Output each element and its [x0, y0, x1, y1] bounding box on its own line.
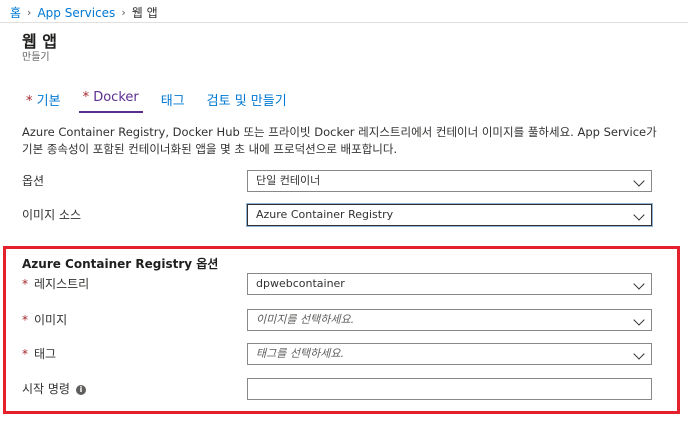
startup-label: 시작 명령 i — [22, 378, 86, 400]
tag-dropdown[interactable]: 태그를 선택하세요. — [247, 343, 652, 365]
image-placeholder: 이미지를 선택하세요. — [256, 313, 355, 326]
breadcrumb-current: 웹 앱 — [131, 6, 158, 20]
startup-row: 시작 명령 i — [22, 378, 652, 400]
chevron-down-icon — [633, 209, 645, 221]
image-source-label: 이미지 소스 — [22, 208, 82, 222]
tag-row: * 태그 태그를 선택하세요. — [22, 343, 652, 365]
tab-label: 태그 — [160, 94, 185, 109]
image-source-row: 이미지 소스 Azure Container Registry — [22, 203, 653, 227]
image-dropdown[interactable]: 이미지를 선택하세요. — [247, 309, 652, 331]
tab-label: 검토 및 만들기 — [206, 94, 287, 109]
chevron-down-icon — [633, 348, 645, 360]
options-row: 옵션 단일 컨테이너 — [22, 170, 652, 192]
registry-row: * 레지스트리 dpwebcontainer — [22, 273, 652, 295]
startup-command-input[interactable] — [247, 378, 652, 400]
chevron-right-icon: › — [121, 6, 126, 19]
tag-label: * 태그 — [22, 343, 56, 365]
breadcrumb-app-services-link[interactable]: App Services — [37, 6, 115, 20]
options-value: 단일 컨테이너 — [256, 174, 321, 187]
startup-label-text: 시작 명령 — [22, 382, 70, 396]
options-dropdown[interactable]: 단일 컨테이너 — [247, 170, 652, 192]
registry-dropdown[interactable]: dpwebcontainer — [247, 273, 652, 295]
options-label: 옵션 — [22, 174, 45, 188]
tab-label: 기본 — [36, 94, 61, 109]
breadcrumb-home-link[interactable]: 홈 — [10, 4, 21, 21]
description-text: Azure Container Registry, Docker Hub 또는 … — [22, 125, 657, 156]
tag-placeholder: 태그를 선택하세요. — [256, 347, 344, 360]
image-label-text: 이미지 — [34, 313, 68, 327]
registry-label-text: 레지스트리 — [34, 277, 90, 291]
image-source-dropdown[interactable]: Azure Container Registry — [246, 203, 653, 227]
page-subtitle: 만들기 — [22, 52, 50, 63]
tab-bar: * 기본 * Docker 태그 검토 및 만들기 — [22, 90, 305, 113]
image-label: * 이미지 — [22, 309, 67, 331]
required-asterisk: * — [22, 313, 28, 327]
chevron-down-icon — [633, 278, 645, 290]
required-asterisk: * — [82, 90, 90, 105]
image-source-value: Azure Container Registry — [256, 208, 394, 221]
image-row: * 이미지 이미지를 선택하세요. — [22, 309, 652, 331]
tag-label-text: 태그 — [34, 347, 57, 361]
acr-section-title: Azure Container Registry 옵션 — [22, 257, 219, 271]
tab-tags[interactable]: 태그 — [157, 90, 189, 113]
info-icon[interactable]: i — [75, 384, 86, 395]
tab-review-create[interactable]: 검토 및 만들기 — [203, 90, 291, 113]
registry-value: dpwebcontainer — [256, 277, 345, 290]
required-asterisk: * — [26, 94, 33, 109]
header-divider — [0, 22, 688, 23]
tab-basics[interactable]: * 기본 — [22, 90, 65, 113]
required-asterisk: * — [22, 277, 28, 291]
tab-docker[interactable]: * Docker — [78, 90, 143, 113]
tab-label: Docker — [93, 90, 139, 105]
chevron-down-icon — [633, 175, 645, 187]
required-asterisk: * — [22, 347, 28, 361]
chevron-down-icon — [633, 314, 645, 326]
chevron-right-icon: › — [27, 6, 32, 19]
breadcrumb: 홈 › App Services › 웹 앱 — [10, 4, 158, 21]
registry-label: * 레지스트리 — [22, 273, 89, 295]
